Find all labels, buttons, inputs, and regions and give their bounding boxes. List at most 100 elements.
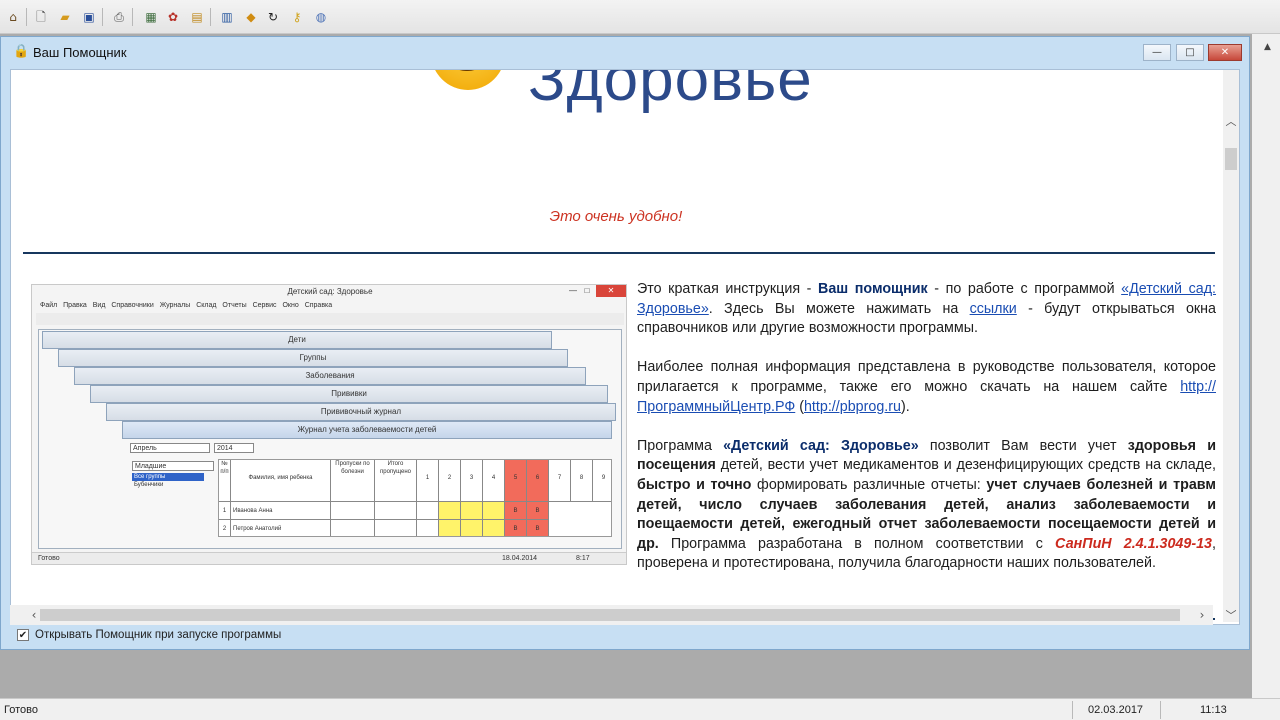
print-icon[interactable]: ⎙ xyxy=(110,8,128,26)
screenshot-window-6: Журнал учета заболеваемости детей xyxy=(122,421,612,439)
window-title-bar[interactable]: 🔒 Ваш Помощник — □ ✕ xyxy=(1,37,1249,67)
grid-header-total: Итого пропущено xyxy=(375,460,417,502)
vertical-scroll-thumb[interactable] xyxy=(1225,148,1237,170)
grid-day-1: 1 xyxy=(417,460,439,502)
diamond-icon[interactable]: ◆ xyxy=(242,8,260,26)
program-paragraph: Программа «Детский сад: Здоровье» позвол… xyxy=(637,437,1216,574)
program-text-5: Программа разработана в полном соответст… xyxy=(658,535,1056,552)
status-text: Готово xyxy=(4,704,38,716)
site-link-pbprog[interactable]: http://pbprog.ru xyxy=(804,399,901,415)
intro-text-1: Это краткая инструкция - xyxy=(637,281,818,297)
grid-row-1-d5: В xyxy=(505,502,527,520)
screenshot-year-field: 2014 xyxy=(214,443,254,453)
helper-window: 🔒 Ваш Помощник — □ ✕ Здоровье Это очень … xyxy=(0,36,1250,650)
minimize-button[interactable]: — xyxy=(1143,44,1171,61)
new-file-icon[interactable]: 🗋 xyxy=(32,8,50,26)
grid-day-7: 7 xyxy=(549,460,571,502)
grid-row-1-d1 xyxy=(417,502,439,520)
smiley-logo-icon xyxy=(431,70,505,90)
grid-header-name: Фамилия, имя ребенка xyxy=(231,460,331,502)
program-name: «Детский сад: Здоровье» xyxy=(723,437,919,454)
description-text: Это краткая инструкция - Ваш помощник - … xyxy=(637,280,1216,594)
open-folder-icon[interactable]: ▰ xyxy=(56,8,74,26)
collapse-arrow-icon[interactable]: ▲ xyxy=(1264,42,1271,52)
grid-row-2-d4 xyxy=(483,520,505,536)
grid-day-2: 2 xyxy=(439,460,461,502)
horizontal-scrollbar[interactable]: ‹ › xyxy=(10,605,1213,625)
scroll-up-icon[interactable]: ︿ xyxy=(1223,114,1239,130)
startup-option[interactable]: ✔ Открывать Помощник при запуске програм… xyxy=(17,627,281,643)
program-bold-3: быстро и точно xyxy=(637,476,752,493)
grid-header-num: № п/п xyxy=(219,460,231,502)
table-icon[interactable]: ▥ xyxy=(218,8,236,26)
intro-text-3: . Здесь Вы можете нажимать на xyxy=(708,300,970,317)
save-icon[interactable]: ▣ xyxy=(80,8,98,26)
grid-row-1-d2 xyxy=(439,502,461,520)
vertical-scrollbar[interactable]: ︿ ﹀ xyxy=(1223,70,1239,622)
window-title: Ваш Помощник xyxy=(33,45,127,60)
grid-row-1-total xyxy=(375,502,417,520)
grid-row-2-total xyxy=(375,520,417,536)
screenshot-minimize-icon: — xyxy=(569,286,577,295)
screenshot-app-title: Детский сад: Здоровье xyxy=(287,287,373,296)
grid-day-6: 6 xyxy=(527,460,549,502)
program-text-4: формировать различные отчеты: xyxy=(751,476,987,493)
screenshot-statusbar: Готово 18.04.2014 8:17 xyxy=(32,552,626,564)
lock-icon: 🔒 xyxy=(13,44,30,59)
globe-icon[interactable]: ◍ xyxy=(312,8,330,26)
sanpin-reference: СанПиН 2.4.1.3049-13 xyxy=(1055,535,1213,552)
info-text-2: ( xyxy=(795,398,804,415)
screenshot-group-1: Бубенчики xyxy=(134,482,164,488)
main-toolbar: ⌂ 🗋 ▰ ▣ ⎙ ▦ ✿ ▤ ▥ ◆ ↻ ⚷ ◍ xyxy=(0,0,1280,34)
screenshot-status-left: Готово xyxy=(38,555,60,562)
info-text-1: Наиболее полная информация представлена … xyxy=(637,359,1216,395)
grid-row-1-name: Иванова Анна xyxy=(231,502,331,520)
screenshot-toolbar xyxy=(36,313,624,325)
settings-icon[interactable]: ✿ xyxy=(164,8,182,26)
grid-row-1-d3 xyxy=(461,502,483,520)
mdi-right-strip: ▲ xyxy=(1252,34,1280,698)
maximize-button[interactable]: □ xyxy=(1176,44,1204,61)
home-icon[interactable]: ⌂ xyxy=(4,8,22,26)
grid-row-1-num: 1 xyxy=(219,502,231,520)
screenshot-group-0: Все группы xyxy=(132,473,204,481)
app-root: ⌂ 🗋 ▰ ▣ ⎙ ▦ ✿ ▤ ▥ ◆ ↻ ⚷ ◍ ▲ 🔒 Ваш Помощн… xyxy=(0,0,1280,720)
intro-assistant-name: Ваш помощник xyxy=(818,281,928,297)
grid-row-2-d5: В xyxy=(505,520,527,536)
calendar-icon[interactable]: ▦ xyxy=(142,8,160,26)
lock-icon[interactable]: ▤ xyxy=(188,8,206,26)
horizontal-scroll-thumb[interactable] xyxy=(40,609,1180,621)
intro-paragraph: Это краткая инструкция - Ваш помощник - … xyxy=(637,280,1216,339)
program-text-1: Программа xyxy=(637,437,724,454)
intro-text-2: - по работе с программой xyxy=(927,281,1122,297)
scroll-right-icon[interactable]: › xyxy=(1194,607,1210,623)
key-icon[interactable]: ⚷ xyxy=(288,8,306,26)
info-paragraph: Наиболее полная информация представлена … xyxy=(637,358,1216,417)
startup-checkbox-label: Открывать Помощник при запуске программы xyxy=(35,629,282,641)
logo-text: Здоровье xyxy=(528,69,813,114)
scroll-down-icon[interactable]: ﹀ xyxy=(1223,608,1239,624)
screenshot-window-3: Заболевания xyxy=(74,367,586,385)
screenshot-grid: № п/п Фамилия, имя ребенка Пропуски по б… xyxy=(218,459,612,537)
grid-header-absence: Пропуски по болезни xyxy=(331,460,375,502)
grid-row-2-num: 2 xyxy=(219,520,231,536)
program-text-3: детей, вести учет медикаментов и дезенфи… xyxy=(715,457,1216,474)
grid-row-2-d6: В xyxy=(527,520,549,536)
grid-row-2-name: Петров Анатолий xyxy=(231,520,331,536)
divider-top xyxy=(23,252,1215,254)
helper-content: Здоровье Это очень удобно! Детский сад: … xyxy=(10,69,1240,625)
status-divider xyxy=(1160,701,1161,719)
screenshot-status-date: 18.04.2014 xyxy=(502,555,538,562)
links-link[interactable]: ссылки xyxy=(970,301,1017,317)
screenshot-group-select: Младшие xyxy=(132,461,214,471)
refresh-icon[interactable]: ↻ xyxy=(264,8,282,26)
screenshot-menu: Файл Правка Вид Справочники Журналы Скла… xyxy=(40,302,333,309)
startup-checkbox[interactable]: ✔ xyxy=(17,629,29,641)
grid-row-2-d2 xyxy=(439,520,461,536)
grid-day-3: 3 xyxy=(461,460,483,502)
grid-day-8: 8 xyxy=(571,460,593,502)
grid-row-1-d4 xyxy=(483,502,505,520)
close-button[interactable]: ✕ xyxy=(1208,44,1242,61)
grid-day-4: 4 xyxy=(483,460,505,502)
status-time: 11:13 xyxy=(1200,704,1227,716)
